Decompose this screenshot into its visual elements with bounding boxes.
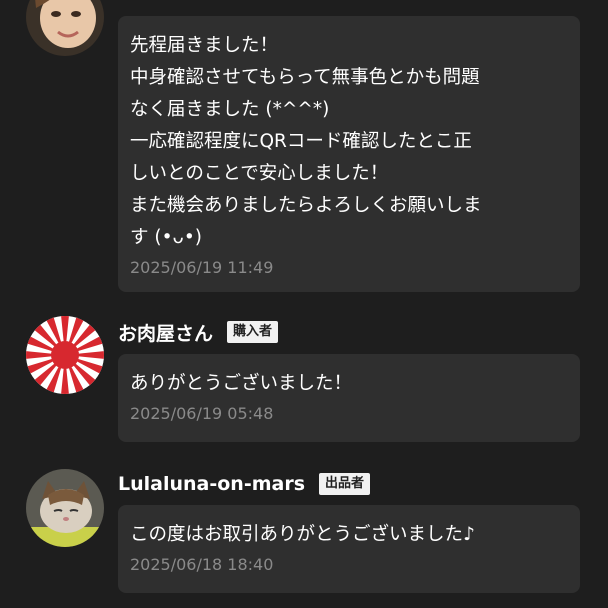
message-line: 一応確認程度にQRコード確認したとこ正 bbox=[130, 131, 472, 152]
message-line: 中身確認させてもらって無事色とかも問題 bbox=[130, 67, 480, 88]
message-bubble-1: 先程届きました！ 中身確認させてもらって無事色とかも問題 なく届きました (*^^*… bbox=[118, 16, 580, 292]
message-text: ありがとうございました！ bbox=[130, 368, 568, 400]
message-line: す (•ᴗ•) bbox=[130, 227, 202, 248]
message-line: しいとのことで安心しました！ bbox=[130, 163, 389, 184]
message-line: この度はお取引ありがとうございました♪ bbox=[130, 524, 475, 545]
message-line: また機会ありましたらよろしくお願いしま bbox=[130, 195, 482, 216]
rising-sun-flag-avatar bbox=[26, 316, 104, 394]
message-line: 先程届きました！ bbox=[130, 35, 279, 56]
woman-face-photo-avatar bbox=[26, 0, 104, 56]
message-text: この度はお取引ありがとうございました♪ bbox=[130, 519, 568, 551]
message-thread: 先程届きました！ 中身確認させてもらって無事色とかも問題 なく届きました (*^^*… bbox=[0, 0, 608, 608]
message-bubble-2: ありがとうございました！ 2025/06/19 05:48 bbox=[118, 354, 580, 442]
user-name[interactable]: お肉屋さん bbox=[118, 319, 213, 346]
message-timestamp: 2025/06/18 18:40 bbox=[130, 555, 274, 574]
user-avatar-3[interactable] bbox=[26, 469, 104, 547]
user-avatar-1[interactable] bbox=[26, 0, 104, 56]
cat-photo-avatar bbox=[26, 469, 104, 547]
message-text: 先程届きました！ 中身確認させてもらって無事色とかも問題 なく届きました (*^^*… bbox=[130, 30, 568, 254]
message-line: なく届きました (*^^*) bbox=[130, 99, 330, 120]
user-avatar-2[interactable] bbox=[26, 316, 104, 394]
message-line: ありがとうございました！ bbox=[130, 373, 353, 394]
user-name[interactable]: Lulaluna-on-mars bbox=[118, 473, 305, 495]
message-timestamp: 2025/06/19 05:48 bbox=[130, 404, 274, 423]
seller-badge: 出品者 bbox=[319, 473, 371, 495]
user-name-row-2: お肉屋さん 購入者 bbox=[118, 318, 279, 346]
buyer-badge: 購入者 bbox=[227, 321, 279, 343]
user-name-row-3: Lulaluna-on-mars 出品者 bbox=[118, 470, 371, 498]
message-bubble-3: この度はお取引ありがとうございました♪ 2025/06/18 18:40 bbox=[118, 505, 580, 593]
message-timestamp: 2025/06/19 11:49 bbox=[130, 258, 274, 277]
